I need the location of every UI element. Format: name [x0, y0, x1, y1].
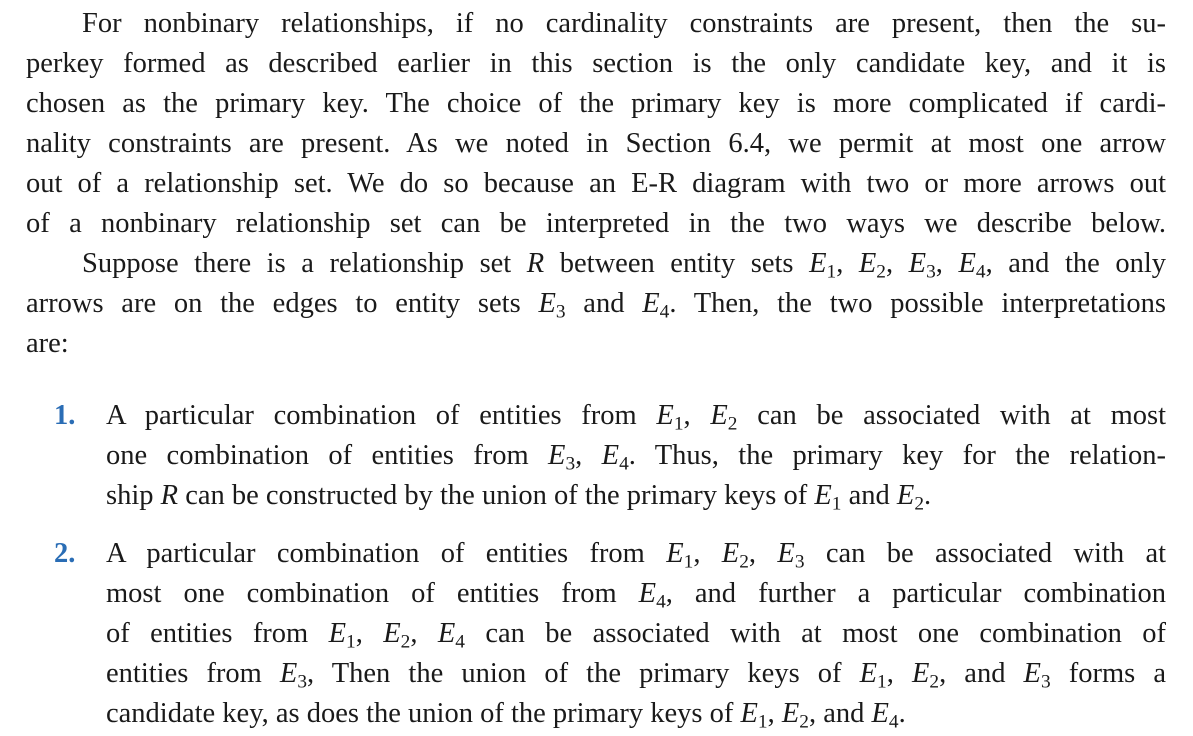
- subscript: 3: [926, 261, 936, 283]
- list-item-1-number: 1.: [54, 400, 76, 431]
- list-item-1-line-1: A particular combination of entities fro…: [106, 400, 1167, 435]
- subscript: 1: [757, 711, 768, 733]
- entity-symbol: E: [601, 440, 620, 471]
- subscript: 2: [400, 631, 411, 653]
- subscript: 1: [826, 261, 837, 283]
- text-span: can be associated with at most: [737, 400, 1167, 431]
- entity-symbol: E: [548, 440, 566, 471]
- text-span: ship: [106, 480, 161, 511]
- entity-symbol: E: [383, 618, 401, 649]
- text-span: , Then the union of the primary keys of: [307, 658, 860, 689]
- subscript: 1: [683, 551, 694, 573]
- subscript: 2: [876, 261, 886, 283]
- paragraph2-line-2: arrows are on the edges to entity sets E…: [26, 284, 1166, 324]
- subscript: 3: [555, 301, 566, 323]
- text-span: can be associated with at most one combi…: [464, 618, 1167, 649]
- subscript: 1: [877, 671, 887, 693]
- entity-symbol: E: [656, 400, 674, 431]
- entity-symbol: E: [859, 658, 878, 689]
- relationship-symbol: R: [526, 248, 545, 279]
- text-span: A particular combination of entities fro…: [106, 400, 657, 431]
- subscript: 4: [888, 711, 899, 733]
- paragraph2-line-1: Suppose there is a relationship set R be…: [82, 248, 1167, 283]
- entity-symbol: E: [908, 248, 927, 279]
- subscript: 2: [914, 493, 924, 515]
- text-span: . Then, the two possible interpretations: [669, 288, 1167, 319]
- paragraph1-line-5: out of a relationship set. We do so beca…: [26, 168, 1166, 199]
- subscript: 2: [929, 671, 940, 693]
- list-item-2-line-2: most one combination of entities from E4…: [106, 574, 1166, 614]
- subscript: 4: [619, 453, 629, 475]
- list-item-2-line-4: entities from E3, Then the union of the …: [106, 658, 1166, 693]
- entity-symbol: E: [279, 658, 298, 689]
- text-span: arrows are on the edges to entity sets: [26, 288, 539, 319]
- entity-symbol: E: [710, 400, 728, 431]
- entity-symbol: E: [538, 288, 556, 319]
- entity-symbol: E: [721, 538, 740, 569]
- text-span: and: [565, 288, 643, 319]
- relationship-symbol: R: [160, 480, 179, 511]
- text-span: candidate key, as does the union of the …: [106, 698, 741, 729]
- subscript: 4: [975, 261, 986, 283]
- list-item-2-line-5: candidate key, as does the union of the …: [106, 698, 906, 733]
- entity-symbol: E: [781, 698, 800, 729]
- text-span: can be constructed by the union of the p…: [178, 480, 815, 511]
- text-span: entities from: [106, 658, 280, 689]
- entity-symbol: E: [858, 248, 877, 279]
- text-span: between entity sets: [544, 248, 810, 279]
- subscript: 1: [346, 631, 356, 653]
- text-span: of entities from: [106, 618, 329, 649]
- paragraph2-line-3: are:: [26, 328, 69, 359]
- text-span: .: [898, 698, 906, 729]
- entity-symbol: E: [814, 480, 832, 511]
- entity-symbol: E: [437, 618, 456, 649]
- list-item-2-number: 2.: [54, 538, 76, 569]
- entity-symbol: E: [740, 698, 758, 729]
- subscript: 4: [455, 631, 465, 653]
- list-item-1-line-3: ship R can be constructed by the union o…: [106, 476, 931, 516]
- list-item-2-line-1: A particular combination of entities fro…: [106, 538, 1167, 573]
- list-item-1-line-2: one combination of entities from E3, E4.…: [106, 440, 1166, 475]
- list-item-2-line-3: of entities from E1, E2, E4 can be assoc…: [106, 618, 1167, 653]
- entity-symbol: E: [777, 538, 795, 569]
- text-span: one combination of entities from: [106, 440, 549, 471]
- entity-symbol: E: [642, 288, 660, 319]
- paragraph1-line-2: perkey formed as described earlier in th…: [26, 48, 1166, 79]
- entity-symbol: E: [1023, 658, 1041, 689]
- subscript: 4: [659, 301, 670, 323]
- text-span: can be associated with at: [804, 538, 1167, 569]
- subscript: 3: [297, 671, 308, 693]
- text-span: , and the only: [985, 248, 1167, 279]
- paragraph1-line-4: nality constraints are present. As we no…: [26, 128, 1166, 159]
- paragraph1-line-3: chosen as the primary key. The choice of…: [26, 88, 1166, 119]
- text-span: .: [924, 480, 932, 511]
- entity-symbol: E: [896, 480, 915, 511]
- text-span: most one combination of entities from: [106, 578, 639, 609]
- subscript: 2: [799, 711, 809, 733]
- paragraph1-line-6: of a nonbinary relationship set can be i…: [26, 208, 1166, 239]
- text-span: , and: [939, 658, 1024, 689]
- text-span: A particular combination of entities fro…: [106, 538, 667, 569]
- text-span: . Thus, the primary key for the relation…: [628, 440, 1166, 471]
- entity-symbol: E: [328, 618, 347, 649]
- subscript: 3: [794, 551, 805, 573]
- subscript: 2: [739, 551, 749, 573]
- entity-symbol: E: [958, 248, 976, 279]
- entity-symbol: E: [666, 538, 684, 569]
- text-span: , and further a particular combination: [665, 578, 1166, 609]
- subscript: 1: [673, 413, 684, 435]
- entity-symbol: E: [871, 698, 889, 729]
- subscript: 4: [656, 591, 666, 613]
- entity-symbol: E: [638, 578, 657, 609]
- subscript: 3: [1040, 671, 1051, 693]
- text-span: Suppose there is a relationship set: [82, 248, 527, 279]
- entity-symbol: E: [911, 658, 930, 689]
- text-span: forms a: [1050, 658, 1166, 689]
- entity-symbol: E: [809, 248, 827, 279]
- subscript: 3: [565, 453, 576, 475]
- text-span: , and: [808, 698, 872, 729]
- text-span: and: [841, 480, 897, 511]
- paragraph1-line-1: For nonbinary relationships, if no cardi…: [82, 8, 1166, 39]
